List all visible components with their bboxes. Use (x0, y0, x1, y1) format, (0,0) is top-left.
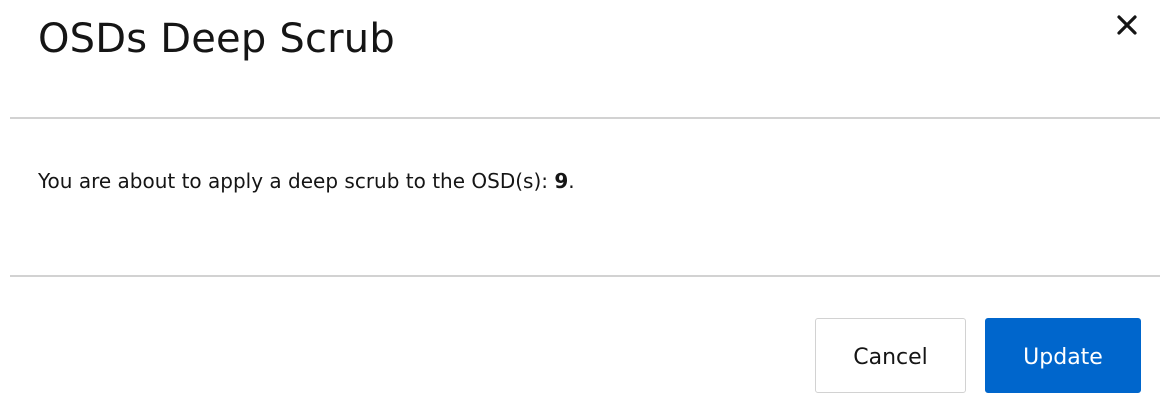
cancel-button-label: Cancel (853, 345, 928, 370)
update-button-label: Update (1023, 345, 1103, 370)
cancel-button[interactable]: Cancel (815, 318, 966, 393)
message-text: You are about to apply a deep scrub to t… (38, 169, 555, 193)
osd-id-list: 9 (554, 169, 569, 193)
modal-message: You are about to apply a deep scrub to t… (38, 166, 575, 196)
modal-title: OSDs Deep Scrub (38, 16, 395, 62)
update-button[interactable]: Update (985, 318, 1141, 393)
footer-divider (10, 275, 1160, 277)
close-button[interactable] (1108, 8, 1146, 42)
header-divider (10, 117, 1160, 119)
message-end: . (568, 169, 575, 193)
close-icon (1117, 15, 1137, 35)
deep-scrub-modal: OSDs Deep Scrub You are about to apply a… (0, 0, 1160, 393)
